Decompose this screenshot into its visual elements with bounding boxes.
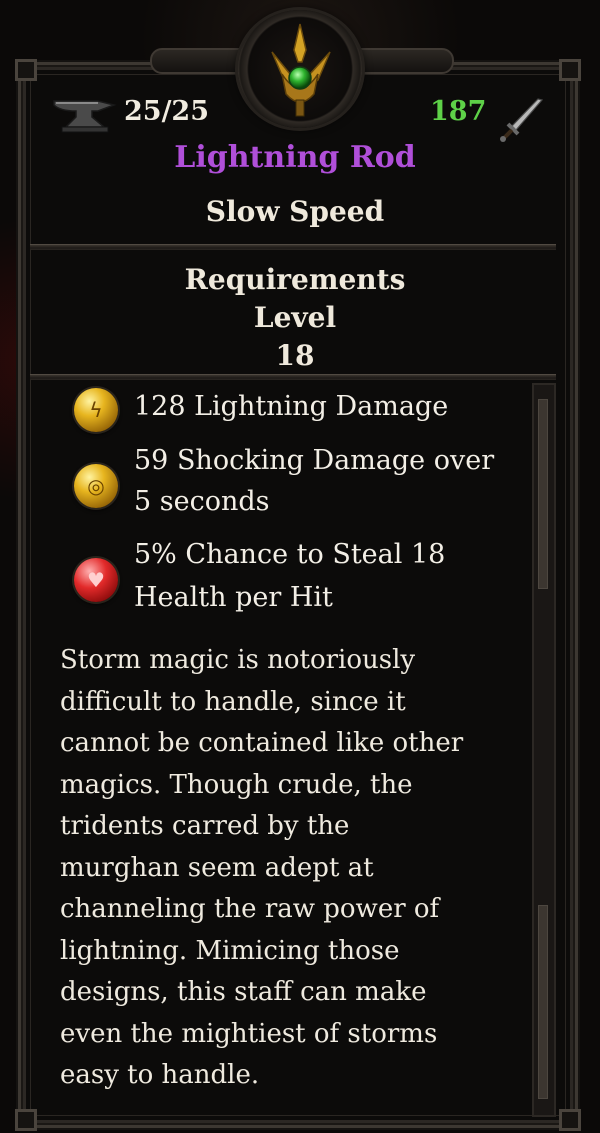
anvil-icon [53,100,117,133]
sword-icon [500,98,544,142]
lore-line: easy to handle. [60,1060,260,1090]
attack-speed: Slow Speed [205,195,385,228]
lore-line: difficult to handle, since it [60,686,406,717]
section-divider [30,374,556,380]
frame-corner [15,59,37,81]
frame-corner [15,1109,37,1131]
lore-line: Storm magic is notoriously [60,645,416,675]
health-orb-icon: ♥ [74,558,118,602]
item-icon-medallion [238,10,362,128]
lore-line: even the mightiest of storms [60,1018,438,1049]
lore-line: lightning. Mimicing those [60,935,400,966]
durability-value: 25/25 [124,96,210,127]
stat-line: 128 Lightning Damage [134,391,449,422]
item-lore-text: Storm magic is notoriously difficult to … [60,640,530,1097]
lore-line: channeling the raw power of [60,894,440,924]
stat-line: 59 Shocking Damage over [134,445,495,476]
stat-line: Health per Hit [134,582,333,613]
scrollbar-thumb-lower[interactable] [538,905,548,1099]
scrollbar-thumb[interactable] [538,399,548,589]
requirement-level-label: Level [253,301,337,334]
frame-corner [559,1109,581,1131]
shock-orb-icon: ◎ [74,464,118,508]
stat-line: 5% Chance to Steal 18 [134,539,446,570]
requirements-title: Requirements [184,263,406,296]
item-power-value: 187 [430,96,487,127]
requirement-level-value: 18 [275,339,315,372]
tooltip-scrollbar[interactable] [532,383,556,1117]
lore-line: cannot be contained like other [60,728,464,758]
lore-line: designs, this staff can make [60,977,427,1007]
medallion-wing-right [350,48,454,74]
item-name: Lightning Rod [174,140,416,175]
trident-staff-icon [271,23,331,117]
lore-line: tridents carred by the [60,811,350,841]
section-divider [30,244,556,250]
lightning-orb-icon: ϟ [74,388,118,432]
frame-corner [559,59,581,81]
lore-line: magics. Though crude, the [60,769,413,800]
stat-line: 5 seconds [134,486,270,517]
lore-line: murghan seem adept at [60,852,374,883]
